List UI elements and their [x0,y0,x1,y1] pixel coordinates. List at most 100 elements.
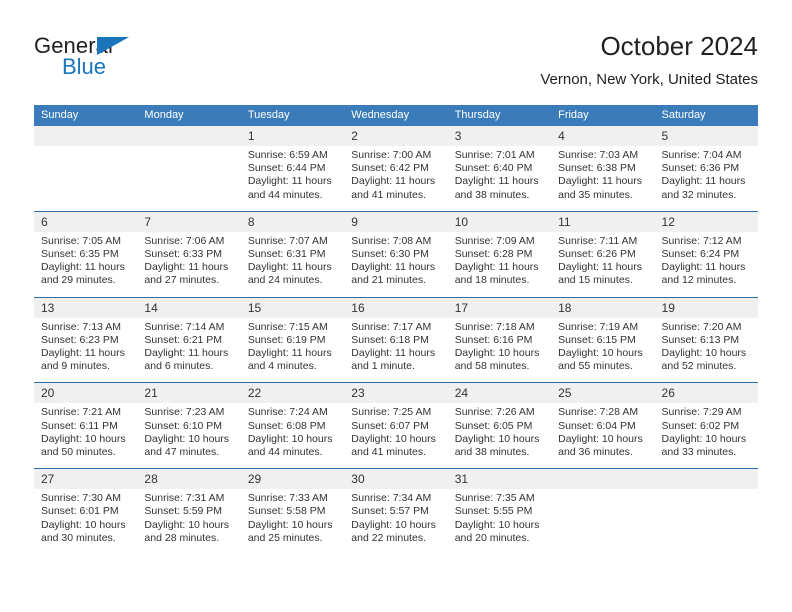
daylight-text: Daylight: 11 hours [558,261,642,274]
daylight-text: Daylight: 10 hours [661,347,747,360]
day-number [551,468,655,490]
sunrise-text: Sunrise: 7:30 AM [41,492,121,505]
daylight-text-cont: and 25 minutes. [247,531,323,544]
page-title: October 2024 [600,31,758,61]
daylight-text-cont: and 22 minutes. [351,531,426,544]
daylight-text-cont: and 38 minutes. [454,188,530,201]
daylight-text: Daylight: 11 hours [41,347,125,360]
day-cell [137,146,241,212]
week-info-row: Sunrise: 7:13 AM Sunset: 6:23 PM Dayligh… [34,317,758,383]
day-cell: Sunrise: 7:00 AM Sunset: 6:42 PM Dayligh… [344,146,448,212]
daylight-text-cont: and 28 minutes. [144,531,220,544]
daylight-text: Daylight: 11 hours [454,175,539,188]
day-number: 22 [240,382,345,404]
daylight-text-cont: and 50 minutes. [41,446,116,459]
daylight-text-cont: and 52 minutes. [661,360,737,373]
day-cell: Sunrise: 7:35 AM Sunset: 5:55 PM Dayligh… [447,489,552,555]
daylight-text: Daylight: 10 hours [558,347,643,360]
daylight-text: Daylight: 10 hours [661,432,747,445]
logo-text-blue: Blue [62,54,107,79]
daylight-text-cont: and 36 minutes. [558,446,633,459]
sunrise-text: Sunrise: 7:25 AM [351,406,432,419]
day-cell: Sunrise: 7:30 AM Sunset: 6:01 PM Dayligh… [34,489,138,555]
daylight-text: Daylight: 10 hours [144,432,230,445]
sunrise-text: Sunrise: 7:11 AM [558,234,638,247]
day-number: 15 [240,296,345,318]
day-number: 20 [34,382,138,404]
sunset-text: Sunset: 6:08 PM [247,419,326,432]
day-number: 29 [240,468,345,490]
sunset-text: Sunset: 6:42 PM [351,162,429,175]
daylight-text: Daylight: 11 hours [661,175,746,188]
week-info-row: Sunrise: 7:21 AM Sunset: 6:11 PM Dayligh… [34,403,758,469]
sunset-text: Sunset: 6:30 PM [351,248,429,261]
sunset-text: Sunset: 6:15 PM [558,333,636,346]
daylight-text-cont: and 58 minutes. [454,360,530,373]
sunset-text: Sunset: 6:05 PM [454,419,533,432]
daylight-text: Daylight: 11 hours [558,175,642,188]
daylight-text-cont: and 44 minutes. [247,188,323,201]
daylight-text: Daylight: 11 hours [144,261,229,274]
page-header: General Blue October 2024 Vernon, New Yo… [34,30,758,100]
day-number: 6 [34,210,138,232]
week-info-row: Sunrise: 6:59 AM Sunset: 6:44 PM Dayligh… [34,146,758,212]
page-subtitle: Vernon, New York, United States [540,71,758,88]
sunset-text: Sunset: 6:26 PM [558,248,636,261]
day-cell: Sunrise: 7:21 AM Sunset: 6:11 PM Dayligh… [34,403,138,469]
day-number: 12 [654,210,758,232]
sunset-text: Sunset: 6:33 PM [144,248,223,261]
daylight-text-cont: and 27 minutes. [144,274,220,287]
day-cell: Sunrise: 6:59 AM Sunset: 6:44 PM Dayligh… [240,146,345,212]
day-number: 23 [344,382,448,404]
daylight-text-cont: and 41 minutes. [351,188,426,201]
sunrise-text: Sunrise: 7:05 AM [41,234,121,247]
day-cell: Sunrise: 7:01 AM Sunset: 6:40 PM Dayligh… [447,146,552,212]
daylight-text-cont: and 21 minutes. [351,274,426,287]
day-number: 9 [344,210,448,232]
daylight-text-cont: and 24 minutes. [247,274,323,287]
day-number: 4 [551,126,655,146]
sunset-text: Sunset: 6:13 PM [661,333,740,346]
daylight-text-cont: and 44 minutes. [247,446,323,459]
daylight-text-cont: and 47 minutes. [144,446,220,459]
sunrise-text: Sunrise: 7:09 AM [454,234,535,247]
week-daynum-row: 20 21 22 23 24 25 26 [34,382,758,404]
day-number: 13 [34,296,138,318]
day-number: 24 [447,382,552,404]
daylight-text: Daylight: 11 hours [351,175,436,188]
sunset-text: Sunset: 6:04 PM [558,419,636,432]
sunrise-text: Sunrise: 7:24 AM [247,406,328,419]
day-number: 27 [34,468,138,490]
day-cell [654,489,758,555]
day-cell: Sunrise: 7:23 AM Sunset: 6:10 PM Dayligh… [137,403,241,469]
sunrise-text: Sunrise: 7:07 AM [247,234,328,247]
day-cell: Sunrise: 7:28 AM Sunset: 6:04 PM Dayligh… [551,403,655,469]
daylight-text: Daylight: 10 hours [454,347,540,360]
sunrise-text: Sunrise: 7:20 AM [661,320,742,333]
week-info-row: Sunrise: 7:05 AM Sunset: 6:35 PM Dayligh… [34,231,758,298]
day-cell: Sunrise: 7:19 AM Sunset: 6:15 PM Dayligh… [551,317,655,383]
sunrise-text: Sunrise: 7:12 AM [661,234,742,247]
daylight-text: Daylight: 10 hours [558,432,643,445]
sunset-text: Sunset: 6:36 PM [661,162,740,175]
daylight-text: Daylight: 11 hours [454,261,539,274]
day-cell: Sunrise: 7:11 AM Sunset: 6:26 PM Dayligh… [551,231,655,298]
day-cell: Sunrise: 7:07 AM Sunset: 6:31 PM Dayligh… [240,231,345,298]
day-cell: Sunrise: 7:25 AM Sunset: 6:07 PM Dayligh… [344,403,448,469]
daylight-text: Daylight: 11 hours [351,261,436,274]
day-number: 28 [137,468,241,490]
sunrise-text: Sunrise: 7:35 AM [454,492,535,505]
sunrise-text: Sunrise: 6:59 AM [247,149,328,161]
day-number: 19 [654,296,758,318]
calendar-header-row: Sunday Monday Tuesday Wednesday Thursday… [34,105,758,126]
daylight-text-cont: and 55 minutes. [558,360,633,373]
sunset-text: Sunset: 6:24 PM [661,248,740,261]
daylight-text: Daylight: 10 hours [454,432,540,445]
daylight-text-cont: and 6 minutes. [144,360,214,373]
sunset-text: Sunset: 5:55 PM [454,505,533,518]
sunrise-text: Sunrise: 7:04 AM [661,149,742,161]
sunset-text: Sunset: 6:21 PM [144,333,223,346]
daylight-text: Daylight: 10 hours [351,432,436,445]
day-number: 7 [137,210,241,232]
sunset-text: Sunset: 6:10 PM [144,419,223,432]
